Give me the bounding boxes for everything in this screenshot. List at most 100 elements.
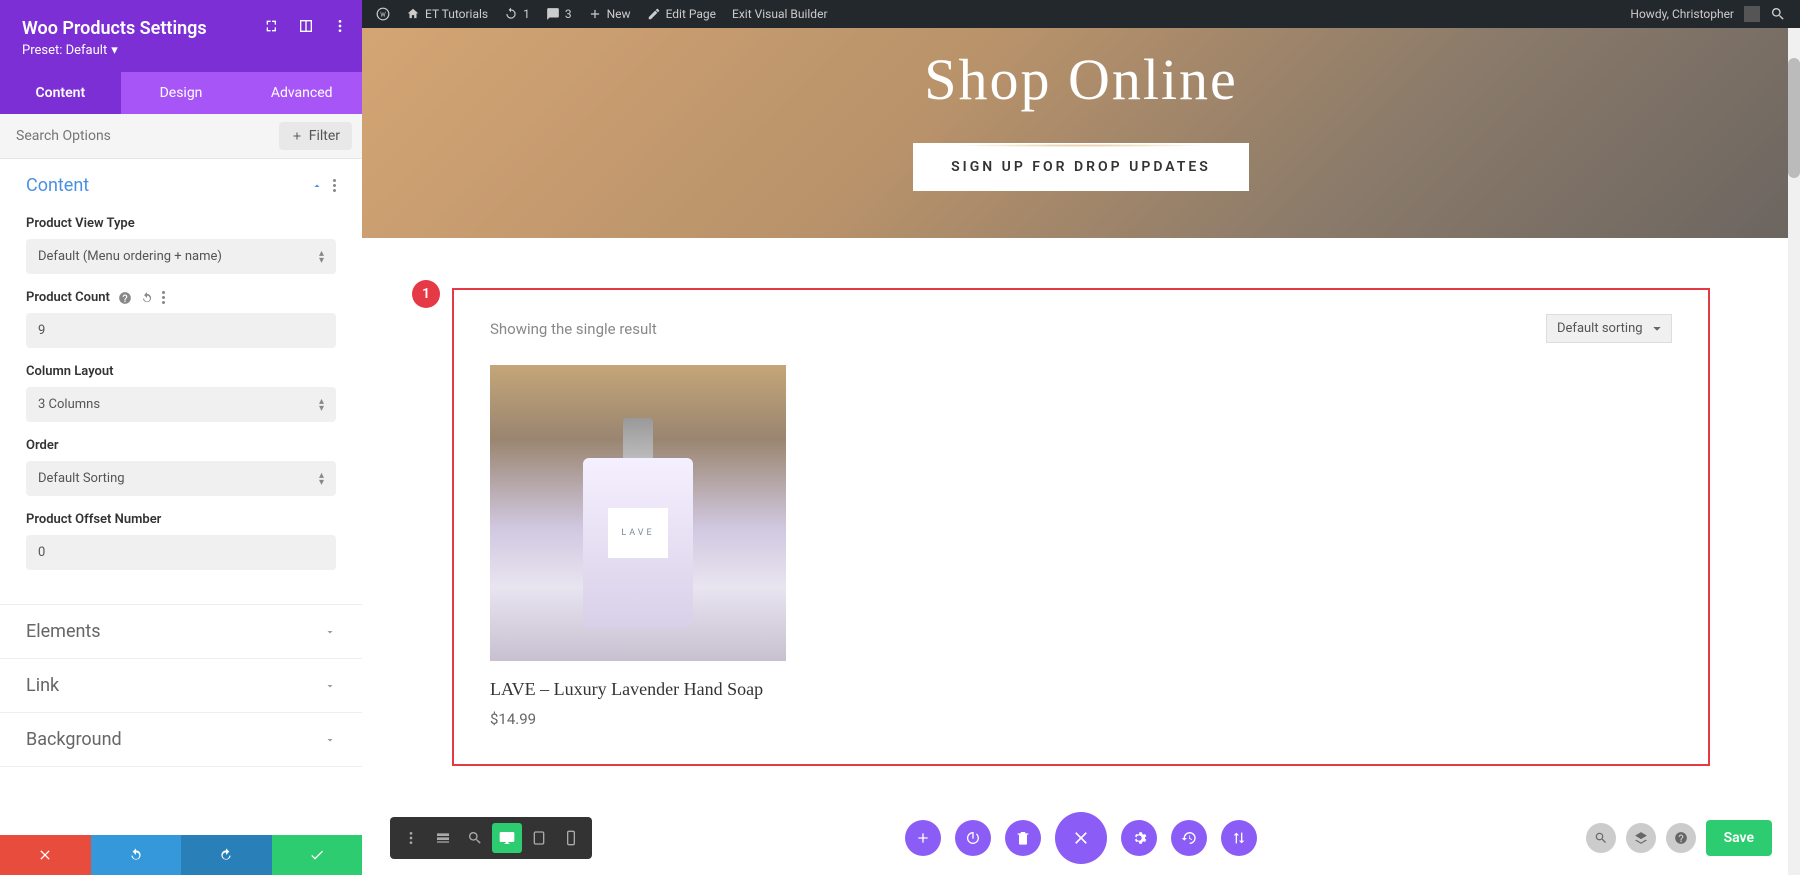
product-view-type-select[interactable]: Default (Menu ordering + name) ▴▾ [26,239,336,274]
product-offset-input[interactable] [26,535,336,570]
product-view-type-value: Default (Menu ordering + name) [38,249,222,264]
select-arrows-icon: ▴▾ [319,250,324,264]
help-icon[interactable] [118,291,132,305]
hero-cta-button[interactable]: SIGN UP FOR DROP UPDATES [913,143,1249,191]
site-link[interactable]: ET Tutorials [406,7,488,21]
search-button[interactable] [1586,823,1616,853]
search-options-input[interactable] [10,122,279,150]
view-controls [390,817,592,859]
product-count-label: Product Count [26,290,110,305]
mobile-view-button[interactable] [556,823,586,853]
product-card[interactable]: LAVE LAVE – Luxury Lavender Hand Soap $1… [490,365,786,728]
hero-title: Shop Online [924,46,1238,113]
help-button[interactable] [1666,823,1696,853]
expand-icon[interactable] [264,18,280,34]
hero-section: Shop Online SIGN UP FOR DROP UPDATES [362,28,1800,238]
preset-selector[interactable]: Preset: Default ▾ [22,43,340,58]
history-button[interactable] [1171,820,1207,856]
undo-button[interactable] [91,835,182,875]
column-layout-value: 3 Columns [38,397,100,412]
chevron-down-icon [324,680,336,692]
chevron-down-icon: ▾ [111,43,118,58]
section-elements-header[interactable]: Elements [0,605,362,658]
panel-icon[interactable] [298,18,314,34]
new-label: New [607,7,631,21]
exit-vb-link[interactable]: Exit Visual Builder [732,7,828,21]
result-count-text: Showing the single result [490,320,657,338]
more-icon[interactable] [162,291,165,305]
delete-button[interactable] [1005,820,1041,856]
product-title: LAVE – Luxury Lavender Hand Soap [490,679,786,700]
add-button[interactable] [905,820,941,856]
product-brand: LAVE [608,508,668,558]
section-link-header[interactable]: Link [0,659,362,712]
filter-button[interactable]: Filter [279,122,352,150]
woo-products-module[interactable]: Showing the single result Default sortin… [452,288,1710,766]
section-elements-title: Elements [26,621,101,642]
order-select[interactable]: Default Sorting ▴▾ [26,461,336,496]
section-content-header[interactable]: Content [0,159,362,212]
updates-link[interactable]: 1 [504,7,530,21]
product-view-type-label: Product View Type [26,216,336,231]
updates-count: 1 [523,7,530,21]
product-image: LAVE [490,365,786,661]
order-value: Default Sorting [38,471,125,486]
column-layout-label: Column Layout [26,364,336,379]
chevron-up-icon [311,180,323,192]
more-icon[interactable] [332,18,348,34]
tab-advanced[interactable]: Advanced [241,72,362,114]
settings-button[interactable] [1121,820,1157,856]
more-icon[interactable] [333,179,336,192]
section-content-title: Content [26,175,89,196]
plus-icon [291,130,303,142]
section-background-header[interactable]: Background [0,713,362,766]
close-button[interactable] [1055,812,1107,864]
column-layout-select[interactable]: 3 Columns ▴▾ [26,387,336,422]
chevron-down-icon [324,626,336,638]
filter-label: Filter [309,128,340,144]
exit-vb-label: Exit Visual Builder [732,7,828,21]
more-button[interactable] [396,823,426,853]
wp-admin-bar: ET Tutorials 1 3 New Edit Page Exit Visu… [362,0,1800,28]
wireframe-view-button[interactable] [428,823,458,853]
wp-logo[interactable] [376,7,390,21]
settings-header: Woo Products Settings Preset: Default ▾ [0,0,362,72]
search-icon[interactable] [1770,6,1786,22]
sort-button[interactable] [1221,820,1257,856]
product-offset-label: Product Offset Number [26,512,336,527]
product-price: $14.99 [490,710,786,728]
edit-page-link[interactable]: Edit Page [647,7,716,21]
select-arrows-icon: ▴▾ [319,472,324,486]
desktop-view-button[interactable] [492,823,522,853]
sorting-select[interactable]: Default sorting [1546,314,1672,343]
module-badge: 1 [412,280,440,308]
howdy-text[interactable]: Howdy, Christopher [1630,7,1734,21]
power-button[interactable] [955,820,991,856]
select-arrows-icon: ▴▾ [319,398,324,412]
save-button[interactable]: Save [1706,820,1772,856]
cancel-button[interactable] [0,835,91,875]
layers-button[interactable] [1626,823,1656,853]
chevron-down-icon [324,734,336,746]
section-background-title: Background [26,729,122,750]
settings-tabs: Content Design Advanced [0,72,362,114]
avatar[interactable] [1744,6,1760,22]
edit-page-label: Edit Page [666,7,716,21]
preset-label: Preset: Default [22,43,107,58]
zoom-button[interactable] [460,823,490,853]
reset-icon[interactable] [140,291,154,305]
order-label: Order [26,438,336,453]
new-link[interactable]: New [588,7,631,21]
tablet-view-button[interactable] [524,823,554,853]
tab-design[interactable]: Design [121,72,242,114]
confirm-button[interactable] [272,835,363,875]
comments-count: 3 [565,7,572,21]
redo-button[interactable] [181,835,272,875]
tab-content[interactable]: Content [0,72,121,114]
site-name: ET Tutorials [425,7,488,21]
product-count-input[interactable] [26,313,336,348]
comments-link[interactable]: 3 [546,7,572,21]
scrollbar[interactable] [1788,28,1800,875]
section-link-title: Link [26,675,59,696]
scroll-thumb[interactable] [1788,58,1800,178]
